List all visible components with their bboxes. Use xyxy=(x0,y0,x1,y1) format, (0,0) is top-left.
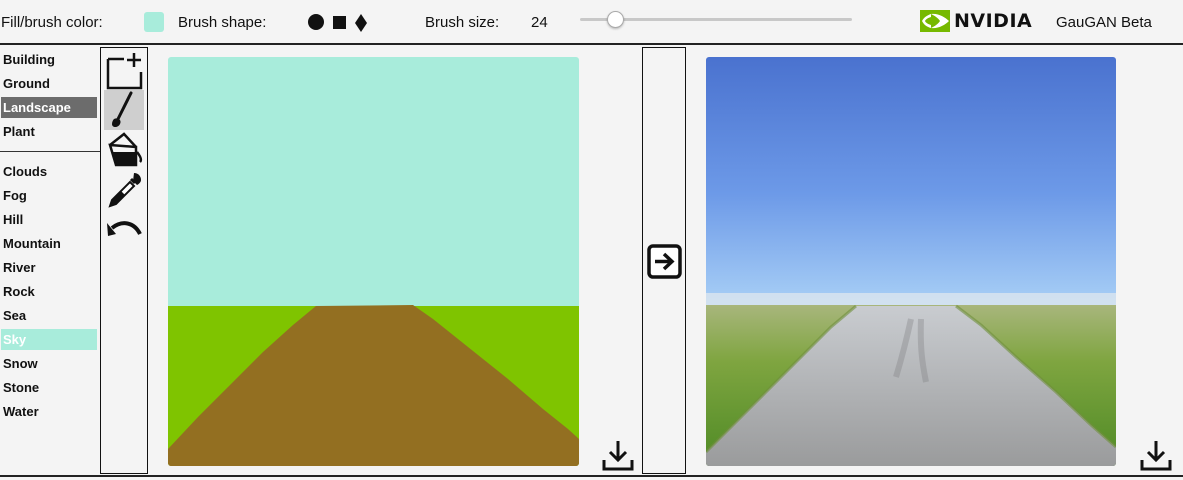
label-mountain[interactable]: Mountain xyxy=(1,233,97,254)
brush-size-label: Brush size: xyxy=(425,14,500,31)
undo-icon[interactable] xyxy=(104,212,144,252)
label-ground[interactable]: Ground xyxy=(1,73,97,94)
label-hill[interactable]: Hill xyxy=(1,209,97,230)
label-water[interactable]: Water xyxy=(1,401,97,422)
nvidia-eye-icon xyxy=(920,10,950,32)
brush-icon[interactable] xyxy=(104,90,144,130)
top-toolbar: Fill/brush color: Brush shape: Brush siz… xyxy=(0,0,1183,45)
label-landscape[interactable]: Landscape xyxy=(1,97,97,118)
slider-thumb[interactable] xyxy=(607,11,625,28)
seg-sky-region xyxy=(168,57,579,307)
label-divider xyxy=(0,151,100,152)
app-title: GauGAN Beta xyxy=(1056,14,1152,31)
segmentation-canvas[interactable] xyxy=(168,57,579,466)
generated-image xyxy=(706,57,1116,466)
bottom-border xyxy=(0,475,1183,477)
download-segmentation-icon[interactable] xyxy=(601,438,635,472)
download-result-icon[interactable] xyxy=(1139,438,1173,472)
label-fog[interactable]: Fog xyxy=(1,185,97,206)
tool-column xyxy=(100,47,148,474)
brush-size-value: 24 xyxy=(531,14,548,31)
brush-shape-diamond-icon[interactable] xyxy=(353,14,369,32)
brand-text: NVIDIA xyxy=(954,10,1033,32)
brush-shape-circle-icon[interactable] xyxy=(308,14,324,30)
eyedropper-icon[interactable] xyxy=(104,170,144,210)
nvidia-logo: NVIDIA xyxy=(920,10,1032,32)
render-column xyxy=(642,47,686,474)
fill-color-label: Fill/brush color: xyxy=(1,14,103,31)
fill-color-swatch[interactable] xyxy=(144,12,164,32)
arrow-right-box-icon[interactable] xyxy=(647,244,682,279)
label-clouds[interactable]: Clouds xyxy=(1,161,97,182)
label-plant[interactable]: Plant xyxy=(1,121,97,142)
brush-size-slider[interactable] xyxy=(580,11,852,29)
label-stone[interactable]: Stone xyxy=(1,377,97,398)
label-river[interactable]: River xyxy=(1,257,97,278)
label-snow[interactable]: Snow xyxy=(1,353,97,374)
new-canvas-icon[interactable] xyxy=(104,50,144,90)
brush-shape-square-icon[interactable] xyxy=(333,16,346,29)
label-rock[interactable]: Rock xyxy=(1,281,97,302)
label-sea[interactable]: Sea xyxy=(1,305,97,326)
brush-shape-label: Brush shape: xyxy=(178,14,267,31)
label-building[interactable]: Building xyxy=(1,49,97,70)
label-sky[interactable]: Sky xyxy=(1,329,97,350)
paint-bucket-icon[interactable] xyxy=(104,130,144,170)
